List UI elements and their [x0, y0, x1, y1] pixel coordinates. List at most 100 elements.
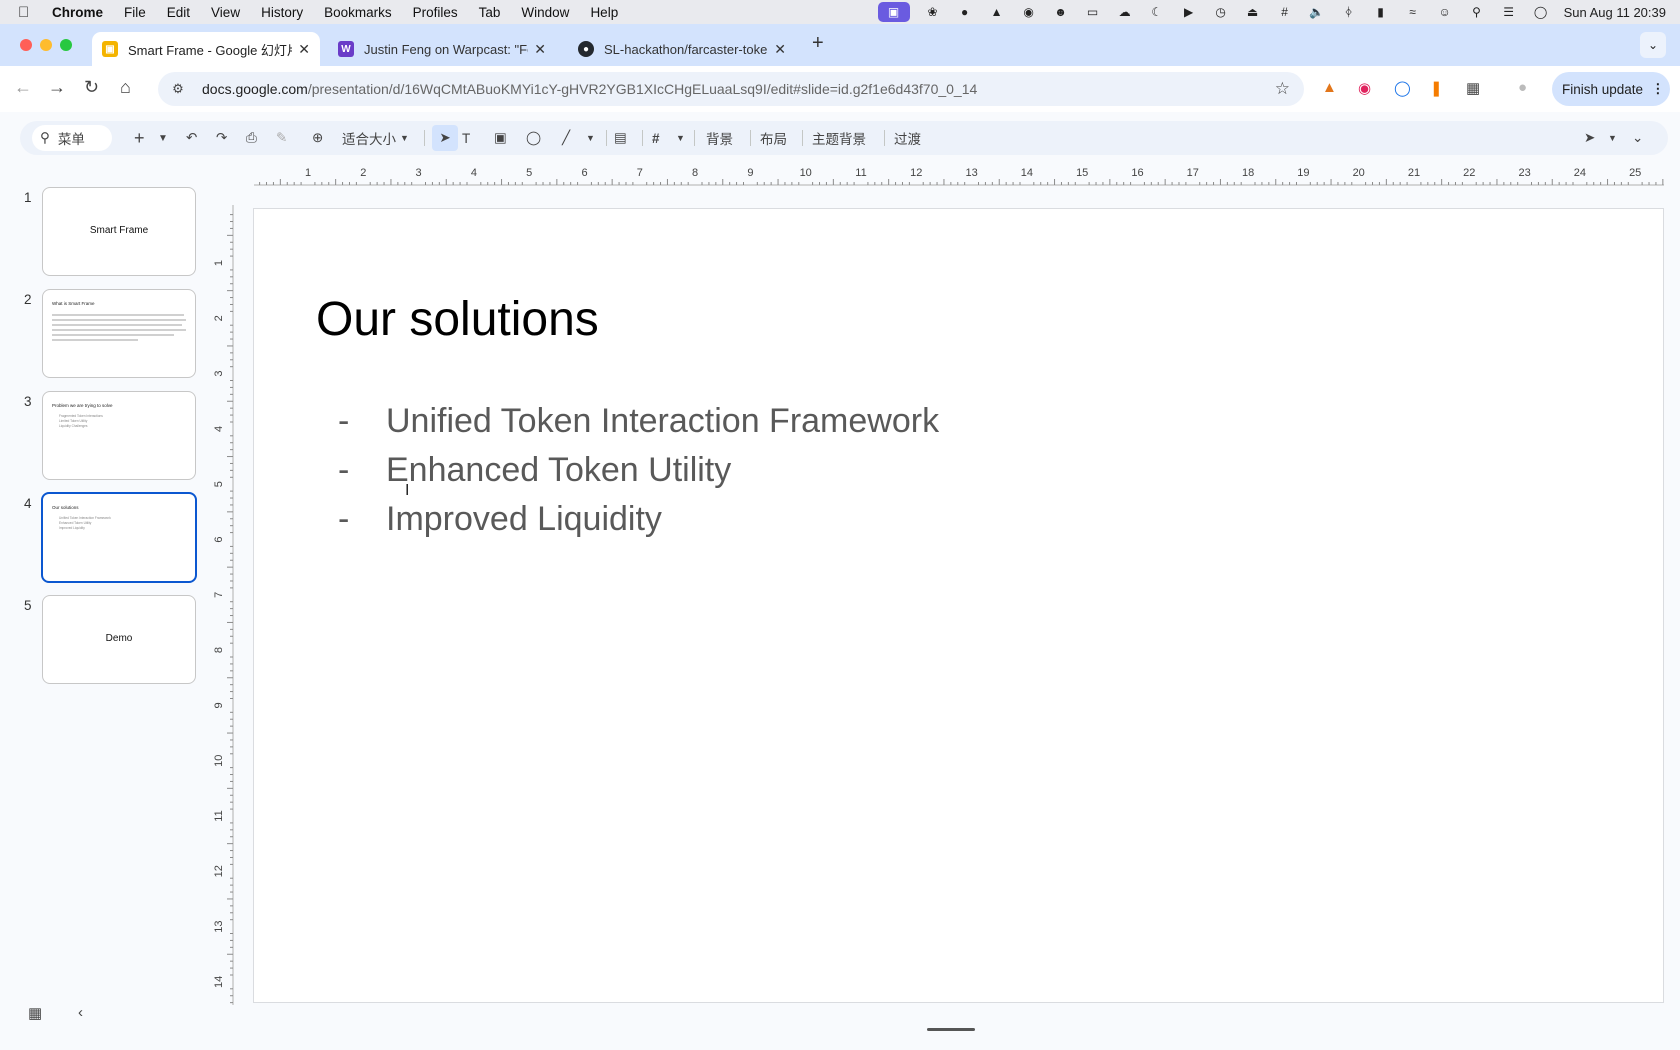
menu-bookmarks[interactable]: Bookmarks	[324, 5, 392, 20]
slide-thumbnail-5[interactable]: Demo	[42, 595, 196, 684]
url-text[interactable]: docs.google.com/presentation/d/16WqCMtAB…	[202, 81, 977, 97]
menu-search[interactable]: ⚲ 菜单	[32, 125, 112, 151]
copilot-icon[interactable]: ◉	[1020, 5, 1038, 19]
speaker-notes-handle[interactable]	[927, 1028, 975, 1031]
menu-app-name[interactable]: Chrome	[52, 5, 103, 20]
close-icon[interactable]: ✕	[534, 41, 546, 58]
redo-icon[interactable]: ↷	[216, 121, 227, 155]
siri-icon[interactable]: ◯	[1532, 5, 1550, 19]
zoom-select[interactable]: 适合大小 ▼	[342, 121, 409, 155]
background-button[interactable]: 背景	[706, 121, 733, 155]
menu-tab[interactable]: Tab	[479, 5, 501, 20]
menu-profiles[interactable]: Profiles	[413, 5, 458, 20]
minimize-window-button[interactable]	[40, 39, 52, 51]
profile-avatar[interactable]: ●	[1518, 79, 1527, 96]
screen-record-icon[interactable]: ▣	[877, 2, 910, 22]
slide-bullet[interactable]: - Improved Liquidity	[338, 500, 662, 539]
control-center-icon[interactable]: ☰	[1500, 5, 1518, 19]
metamask-icon[interactable]: ▲	[1322, 79, 1337, 96]
user-icon[interactable]: ☺	[1436, 5, 1454, 19]
line-icon[interactable]: ╱	[562, 121, 570, 155]
print-icon[interactable]: ⎙	[246, 121, 257, 155]
pocket-icon[interactable]: ◉	[1358, 79, 1371, 97]
moon-icon[interactable]: ☾	[1148, 5, 1166, 19]
slide-thumbnail-3[interactable]: Problem we are trying to solve Fragmente…	[42, 391, 196, 480]
pinyin-input-icon[interactable]: #	[652, 121, 660, 155]
extensions-puzzle-icon[interactable]: ▦	[1466, 79, 1480, 97]
extension-s-icon[interactable]: ❚	[1430, 79, 1443, 97]
reload-icon[interactable]: ↻	[84, 77, 99, 98]
line-dropdown-icon[interactable]: ▼	[586, 121, 595, 155]
new-slide-icon[interactable]: +	[134, 121, 145, 155]
text-box-icon[interactable]: T	[462, 121, 470, 155]
site-info-icon[interactable]: ⚙	[166, 81, 190, 97]
wifi-icon[interactable]: ≈	[1404, 5, 1422, 19]
zoom-icon[interactable]: ⊕	[312, 121, 323, 155]
volume-icon[interactable]: 🔈	[1308, 5, 1326, 19]
search-icon[interactable]: ⚲	[1468, 5, 1486, 19]
theme-button[interactable]: 主题背景	[812, 121, 866, 155]
home-icon[interactable]: ⌂	[120, 77, 131, 98]
address-bar[interactable]: ⚙ docs.google.com/presentation/d/16WqCMt…	[158, 72, 1304, 106]
battery-icon[interactable]: ▮	[1372, 5, 1390, 19]
bookmark-star-icon[interactable]: ☆	[1275, 79, 1290, 99]
bluetooth-icon[interactable]: ᛄ	[1340, 5, 1358, 19]
close-icon[interactable]: ✕	[298, 41, 310, 58]
cloud-icon[interactable]: ☁	[1116, 5, 1134, 19]
menu-file[interactable]: File	[124, 5, 146, 20]
ruler-label: 4	[213, 426, 225, 432]
slide-thumbnail-4[interactable]: Our solutions Unified Token Interaction …	[41, 492, 197, 583]
shape-icon[interactable]: ◯	[526, 121, 541, 155]
tab-warpcast[interactable]: W Justin Feng on Warpcast: "Fo ✕	[328, 32, 556, 66]
display-icon[interactable]: ▭	[1084, 5, 1102, 19]
menu-window[interactable]: Window	[521, 5, 569, 20]
clock-icon[interactable]: ◷	[1212, 5, 1230, 19]
finish-update-button[interactable]: Finish update ⋮	[1552, 72, 1670, 106]
layout-button[interactable]: 布局	[760, 121, 787, 155]
wechat-icon[interactable]: ☻	[1052, 5, 1070, 19]
zoom-window-button[interactable]	[60, 39, 72, 51]
collapse-filmstrip-icon[interactable]: ‹	[78, 1004, 83, 1021]
new-tab-icon[interactable]: +	[812, 32, 824, 55]
new-slide-dropdown-icon[interactable]: ▼	[158, 121, 168, 155]
menu-view[interactable]: View	[211, 5, 240, 20]
input-tools-dropdown-icon[interactable]: ▼	[676, 121, 685, 155]
hash-icon[interactable]: #	[1276, 5, 1294, 19]
menu-help[interactable]: Help	[590, 5, 618, 20]
insert-image-icon[interactable]: ▣	[494, 121, 507, 155]
extension-c-icon[interactable]: ◯	[1394, 79, 1411, 97]
tab-search-chevron-icon[interactable]: ⌄	[1640, 32, 1666, 58]
forward-arrow-icon[interactable]: →	[48, 77, 66, 98]
close-icon[interactable]: ✕	[774, 41, 786, 58]
slide-title[interactable]: Our solutions	[316, 292, 599, 347]
editing-mode-dropdown-icon[interactable]: ▼	[1608, 121, 1617, 155]
collapse-toolbar-chevron-icon[interactable]: ⌄	[1632, 121, 1643, 155]
transition-button[interactable]: 过渡	[894, 121, 921, 155]
drive-icon[interactable]: ▲	[988, 5, 1006, 19]
menu-edit[interactable]: Edit	[167, 5, 190, 20]
close-window-button[interactable]	[20, 39, 32, 51]
apple-menu-icon[interactable]: 	[18, 4, 38, 21]
play-icon[interactable]: ▶	[1180, 5, 1198, 19]
eject-icon[interactable]: ⏏	[1244, 5, 1262, 19]
back-arrow-icon[interactable]: ←	[14, 77, 32, 98]
badge-76-icon[interactable]: ●	[956, 5, 974, 19]
slide-bullet[interactable]: - Enhanced Token Utility	[338, 451, 731, 490]
select-pointer-icon[interactable]: ➤	[432, 125, 458, 151]
openai-icon[interactable]: ❀	[924, 5, 942, 19]
slide-thumbnail-2[interactable]: What is Smart Frame	[42, 289, 196, 378]
grid-view-icon[interactable]: ▦	[28, 1004, 42, 1022]
undo-icon[interactable]: ↶	[186, 121, 197, 155]
insert-comment-icon[interactable]: ▤	[614, 121, 627, 155]
paint-format-icon[interactable]: ✎	[276, 121, 287, 155]
menu-history[interactable]: History	[261, 5, 303, 20]
slide-thumbnail-1[interactable]: Smart Frame	[42, 187, 196, 276]
slide-bullet[interactable]: - Unified Token Interaction Framework	[338, 402, 939, 441]
slides-toolbar: ⚲ 菜单 + ▼ ↶ ↷ ⎙ ✎ ⊕ 适合大小 ▼ ➤ T ▣ ◯ ╱ ▼ ▤ #…	[20, 121, 1668, 155]
tab-slides[interactable]: ▣ Smart Frame - Google 幻灯片 ✕	[92, 32, 320, 66]
clock-datetime[interactable]: Sun Aug 11 20:39	[1564, 5, 1666, 20]
slide-number: 2	[24, 292, 32, 307]
github-favicon: ●	[578, 41, 594, 57]
tab-github[interactable]: ● SL-hackathon/farcaster-toke ✕	[568, 32, 796, 66]
editing-mode-icon[interactable]: ➤	[1584, 121, 1595, 155]
